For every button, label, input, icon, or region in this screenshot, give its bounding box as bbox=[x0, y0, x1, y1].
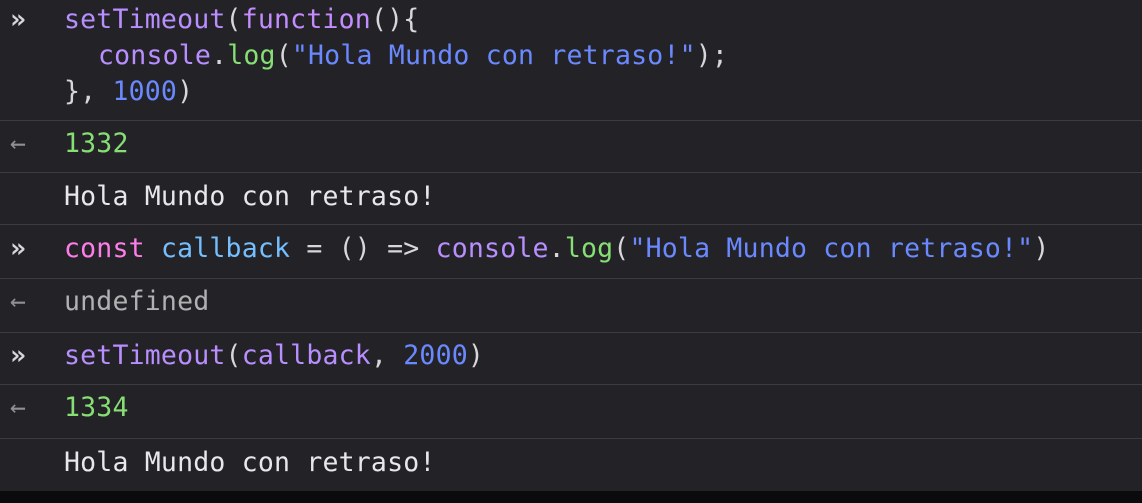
console-log-entry: Hola Mundo con retraso! bbox=[0, 438, 1142, 491]
code-token: ) bbox=[177, 76, 194, 107]
result-value: undefined bbox=[64, 286, 210, 317]
code-token: ) bbox=[467, 340, 485, 371]
code-token: (){ bbox=[370, 4, 420, 35]
prompt-icon: » bbox=[10, 233, 27, 264]
code-token: . bbox=[548, 233, 565, 264]
code-token: ); bbox=[695, 40, 729, 71]
console-input-entry[interactable]: » setTimeout(function(){ console.log("Ho… bbox=[0, 0, 1142, 121]
code-token: 1000 bbox=[112, 76, 178, 107]
code-token: ( bbox=[275, 40, 292, 71]
code-token: ) bbox=[1033, 233, 1050, 264]
result-value: 1332 bbox=[64, 128, 129, 159]
result-arrow-icon: ← bbox=[10, 128, 27, 159]
code-token: "Hola Mundo con retraso!" bbox=[291, 40, 696, 71]
code-token: ( bbox=[225, 4, 242, 35]
console-result-entry: ← 1332 bbox=[0, 120, 1142, 173]
code-token: log bbox=[564, 233, 614, 264]
code-token: "Hola Mundo con retraso!" bbox=[629, 233, 1034, 264]
code-token: 2000 bbox=[403, 340, 468, 371]
code-token: ( bbox=[225, 340, 242, 371]
code-line: console.log("Hola Mundo con retraso!"); bbox=[98, 40, 728, 71]
code-token: console bbox=[435, 233, 549, 264]
code-line: }, 1000) bbox=[64, 76, 193, 107]
prompt-icon: » bbox=[10, 4, 27, 35]
browser-console: » setTimeout(function(){ console.log("Ho… bbox=[0, 0, 1142, 503]
log-message: Hola Mundo con retraso! bbox=[64, 181, 436, 212]
console-input-entry[interactable]: » setTimeout(callback, 2000) bbox=[0, 332, 1142, 385]
prompt-icon: » bbox=[10, 340, 27, 371]
code-token: function bbox=[241, 4, 371, 35]
code-token: setTimeout bbox=[64, 340, 226, 371]
code-token: console bbox=[98, 40, 212, 71]
code-token: callback bbox=[160, 233, 291, 264]
console-result-entry: ← undefined bbox=[0, 278, 1142, 333]
code-token: ( bbox=[613, 233, 630, 264]
code-line: setTimeout(function(){ bbox=[64, 4, 419, 35]
result-arrow-icon: ← bbox=[10, 392, 27, 423]
console-bottom-edge bbox=[0, 491, 1142, 503]
log-message: Hola Mundo con retraso! bbox=[64, 447, 436, 478]
code-token: }, bbox=[64, 76, 113, 107]
console-result-entry: ← 1334 bbox=[0, 384, 1142, 439]
console-input-entry[interactable]: » const callback = () => console.log("Ho… bbox=[0, 224, 1142, 279]
result-arrow-icon: ← bbox=[10, 286, 27, 317]
code-line: const callback = () => console.log("Hola… bbox=[64, 233, 1049, 264]
code-token: setTimeout bbox=[64, 4, 226, 35]
code-token: callback bbox=[241, 340, 371, 371]
result-value: 1334 bbox=[64, 392, 129, 423]
code-line: setTimeout(callback, 2000) bbox=[64, 340, 484, 371]
code-token: = () => bbox=[290, 233, 436, 264]
code-token: . bbox=[211, 40, 228, 71]
console-log-entry: Hola Mundo con retraso! bbox=[0, 172, 1142, 225]
code-token: const bbox=[64, 233, 145, 264]
code-token: log bbox=[227, 40, 276, 71]
code-token: , bbox=[370, 340, 404, 371]
